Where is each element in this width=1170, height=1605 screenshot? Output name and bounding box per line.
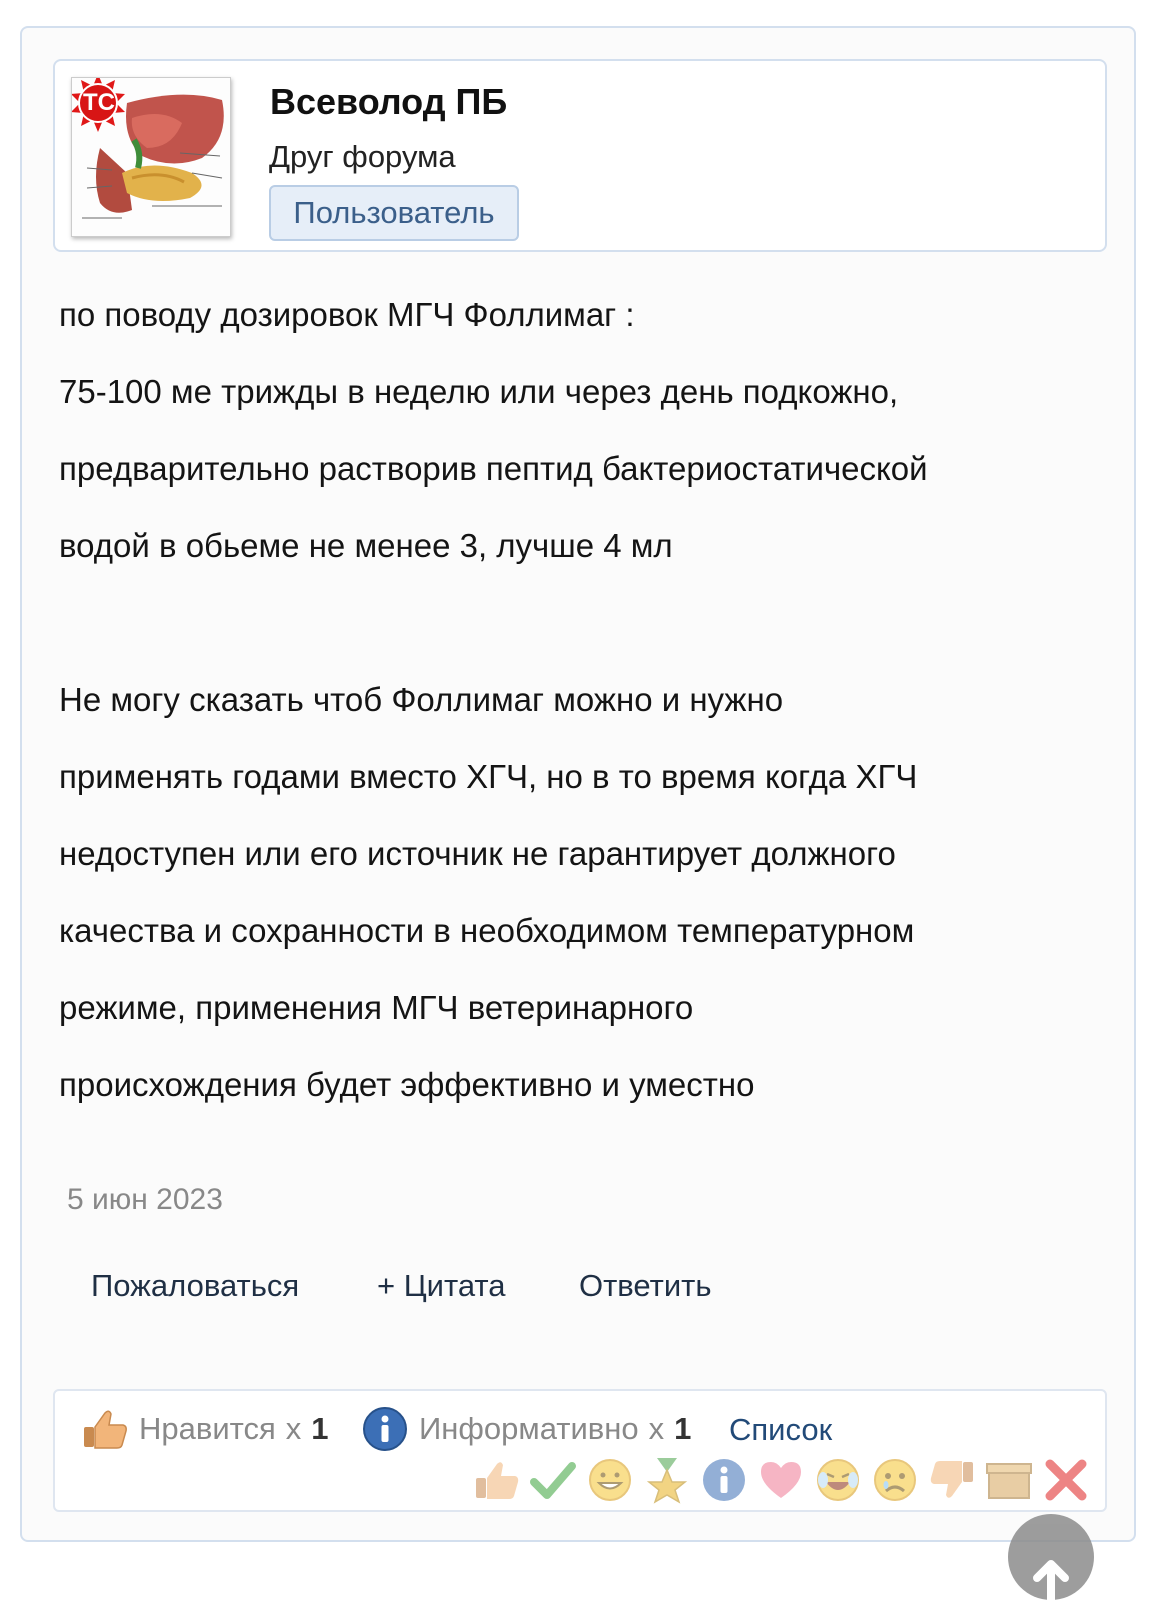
laugh-icon[interactable]: [814, 1456, 862, 1504]
box-icon[interactable]: [985, 1456, 1033, 1504]
forum-post: ТС Всеволод ПБ Друг форума Пользователь …: [20, 26, 1136, 1542]
close-icon[interactable]: [1042, 1456, 1090, 1504]
info-icon[interactable]: [700, 1456, 748, 1504]
rating-like-count: 1: [311, 1411, 329, 1446]
message-line: предварительно растворив пептид бактерио…: [59, 450, 928, 487]
message-line: по поводу дозировок МГЧ Фоллимаг :: [59, 296, 635, 333]
scroll-to-top-button[interactable]: [1008, 1514, 1094, 1604]
message-line: водой в обьеме не менее 3, лучше 4 мл: [59, 527, 673, 564]
user-card: ТС Всеволод ПБ Друг форума Пользователь: [53, 59, 1107, 252]
rating-informative-times: x: [648, 1411, 665, 1446]
reply-link[interactable]: Ответить: [579, 1268, 712, 1304]
message-line: режиме, применения МГЧ ветеринарного: [59, 989, 694, 1026]
info-icon: [361, 1405, 409, 1453]
award-icon[interactable]: [643, 1456, 691, 1504]
message-line: применять годами вместо ХГЧ, но в то вре…: [59, 758, 918, 795]
thumbs-up-icon: [81, 1405, 129, 1453]
message-line: недоступен или его источник не гарантиру…: [59, 835, 896, 872]
report-link[interactable]: Пожаловаться: [91, 1268, 299, 1304]
message-line: происхождения будет эффективно и уместно: [59, 1066, 755, 1103]
post-message: по поводу дозировок МГЧ Фоллимаг : 75-10…: [59, 276, 1129, 1123]
check-icon[interactable]: [529, 1456, 577, 1504]
quote-link[interactable]: + Цитата: [377, 1268, 505, 1304]
ratings-list-link[interactable]: Список: [729, 1412, 832, 1448]
rating-like: Нравится x 1: [81, 1405, 329, 1453]
arrow-up-icon: [1033, 1560, 1069, 1604]
post-date[interactable]: 5 июн 2023: [67, 1183, 223, 1217]
avatar[interactable]: ТС: [71, 77, 231, 237]
thumbs-down-icon[interactable]: [928, 1456, 976, 1504]
author-title: Друг форума: [269, 139, 456, 174]
rating-informative: Информативно x 1: [361, 1405, 691, 1453]
user-banner: Пользователь: [269, 185, 519, 241]
sad-icon[interactable]: [871, 1456, 919, 1504]
author-name[interactable]: Всеволод ПБ: [270, 81, 507, 123]
rating-like-label: Нравится: [139, 1411, 276, 1446]
message-line: качества и сохранности в необходимом тем…: [59, 912, 915, 949]
rating-informative-count: 1: [674, 1411, 692, 1446]
rating-informative-label: Информативно: [419, 1411, 639, 1446]
heart-icon[interactable]: [757, 1456, 805, 1504]
smile-icon[interactable]: [586, 1456, 634, 1504]
avatar-badge: ТС: [83, 89, 115, 116]
rating-like-times: x: [285, 1411, 302, 1446]
thumbs-up-icon[interactable]: [473, 1456, 521, 1504]
ratings-bar: Нравится x 1 Информативно x 1 Список: [53, 1389, 1107, 1512]
message-line: 75-100 ме трижды в неделю или через день…: [59, 373, 899, 410]
message-line: Не могу сказать чтоб Фоллимаг можно и ну…: [59, 681, 784, 718]
